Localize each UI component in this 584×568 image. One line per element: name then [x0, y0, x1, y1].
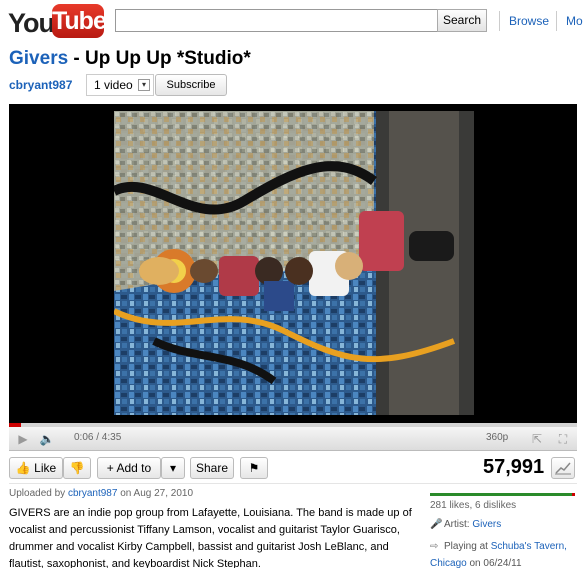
view-count: 57,991 [483, 456, 545, 478]
video-player[interactable] [9, 104, 577, 423]
like-label: Like [34, 461, 57, 475]
rating-bar [430, 493, 575, 496]
add-to-label: Add to [116, 461, 152, 475]
video-count-label: 1 video [94, 78, 133, 92]
video-frame[interactable] [114, 111, 474, 415]
nav-browse-link[interactable]: Browse [509, 14, 549, 28]
quality-selector[interactable]: 360p [486, 432, 508, 443]
thumbs-down-icon: 👎 [69, 461, 85, 475]
chevron-down-icon: ▾ [138, 79, 150, 91]
fullscreen-icon[interactable]: ⛶ [553, 429, 573, 449]
microphone-icon: 🎤 [430, 519, 443, 530]
title-artist-link[interactable]: Givers [9, 48, 68, 69]
channel-row: cbryant987 1 video ▾ Subscribe [9, 74, 409, 96]
volume-icon[interactable]: 🔈 [37, 429, 57, 449]
subscribe-button[interactable]: Subscribe [155, 74, 227, 96]
plus-icon: + [106, 461, 114, 475]
likes-dislikes-count: 281 likes, 6 dislikes [430, 500, 517, 511]
arrow-right-icon: ⇨ [430, 541, 439, 552]
add-to-menu-button[interactable]: ▾ [161, 457, 185, 479]
artist-link[interactable]: Givers [472, 519, 501, 530]
upload-date: on Aug 27, 2010 [117, 488, 194, 499]
time-display: 0:06 / 4:35 [74, 432, 122, 443]
stats-button[interactable] [551, 457, 575, 479]
artist-label: Artist: [444, 519, 473, 530]
add-to-button[interactable]: + Add to [97, 457, 161, 479]
thumbs-up-icon: 👍 [15, 461, 31, 475]
play-icon[interactable]: ▶ [13, 429, 33, 449]
event-row: ⇨ Playing at Schuba's Tavern, Chicago on … [430, 538, 580, 568]
logo-tube-text: Tube [52, 4, 107, 38]
dislike-button[interactable]: 👎 [63, 457, 91, 479]
search-input[interactable] [115, 9, 438, 32]
nav-divider [556, 11, 557, 31]
nav-more-link[interactable]: Mo [566, 14, 583, 28]
youtube-logo[interactable]: You Tube [8, 4, 107, 38]
popout-icon[interactable]: ⇱ [527, 429, 547, 449]
flag-icon: ⚑ [248, 461, 260, 475]
video-count-dropdown[interactable]: 1 video ▾ [86, 74, 154, 96]
event-date: on 06/24/11 [466, 558, 522, 568]
nav-divider [499, 11, 500, 31]
chevron-down-icon: ▾ [169, 461, 177, 475]
uploaded-prefix: Uploaded by [9, 488, 68, 499]
stats-icon [555, 462, 571, 475]
share-button[interactable]: Share [190, 457, 234, 479]
rating-likes-fill [430, 493, 572, 496]
playing-label: Playing at [444, 541, 491, 552]
flag-button[interactable]: ⚑ [240, 457, 268, 479]
search-button[interactable]: Search [437, 9, 487, 32]
uploader-link[interactable]: cbryant987 [68, 488, 117, 499]
video-description: GIVERS are an indie pop group from Lafay… [9, 507, 412, 568]
title-text: - Up Up Up *Studio* [68, 48, 251, 69]
logo-you-text: You [8, 8, 55, 38]
channel-link[interactable]: cbryant987 [9, 78, 72, 92]
player-controls: ▶ 🔈 0:06 / 4:35 360p ⇱ ⛶ [9, 427, 577, 451]
masthead: You Tube Search Browse Mo [0, 0, 584, 40]
artist-row: 🎤 Artist: Givers [430, 519, 501, 530]
divider [9, 483, 577, 484]
like-button[interactable]: 👍 Like [9, 457, 63, 479]
video-title: Givers - Up Up Up *Studio* [9, 48, 251, 70]
upload-info: Uploaded by cbryant987 on Aug 27, 2010 [9, 488, 193, 499]
mosaic-band-photo [114, 111, 474, 415]
